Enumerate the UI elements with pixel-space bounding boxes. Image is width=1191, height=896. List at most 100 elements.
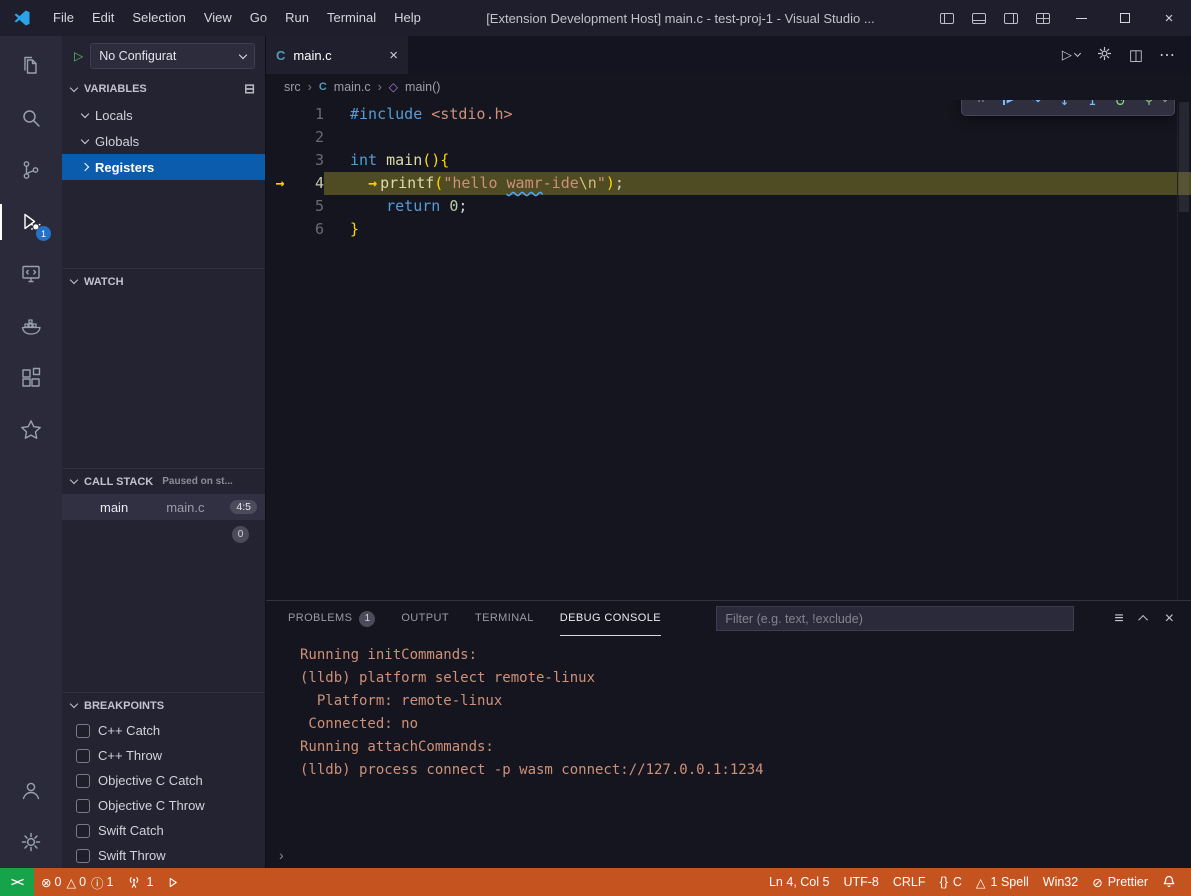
stack-frame-row[interactable]: main main.c 4:5 — [62, 494, 265, 520]
launch-configuration-dropdown[interactable]: No Configurat — [90, 43, 255, 69]
step-out-button[interactable]: ↥ — [1080, 100, 1105, 113]
continue-button[interactable]: ▶ — [996, 100, 1021, 113]
tab-main-c[interactable]: C main.c × — [266, 36, 408, 74]
eol-indicator[interactable]: CRLF — [886, 868, 933, 896]
current-frame-arrow-icon[interactable]: → — [266, 172, 294, 195]
breadcrumb-symbol[interactable]: main() — [405, 80, 440, 94]
checkbox[interactable] — [76, 724, 90, 738]
breadcrumb-file[interactable]: main.c — [334, 80, 371, 94]
search-icon[interactable] — [0, 92, 62, 144]
notifications-bell[interactable] — [1155, 868, 1183, 896]
breakpoint-gutter[interactable] — [266, 195, 294, 218]
start-debugging-icon[interactable]: ▷ — [74, 49, 83, 63]
debug-console-input[interactable]: › — [266, 842, 1191, 868]
tab-terminal[interactable]: TERMINAL — [475, 601, 534, 636]
toggle-secondary-sidebar-icon[interactable] — [995, 0, 1027, 36]
minimize-button[interactable] — [1059, 0, 1103, 36]
step-over-button[interactable]: ↷ — [1024, 100, 1049, 113]
close-tab-icon[interactable]: × — [389, 47, 398, 64]
remote-indicator[interactable]: >< — [0, 868, 34, 896]
remote-explorer-icon[interactable] — [0, 248, 62, 300]
more-actions-icon[interactable]: ⋯ — [1159, 45, 1175, 65]
debug-session-status[interactable] — [160, 868, 187, 896]
breakpoint-cpp-throw[interactable]: C++ Throw — [62, 743, 265, 768]
breakpoint-cpp-catch[interactable]: C++ Catch — [62, 718, 265, 743]
checkbox[interactable] — [76, 849, 90, 863]
docker-icon[interactable] — [0, 300, 62, 352]
customize-layout-icon[interactable] — [1027, 0, 1059, 36]
menu-edit[interactable]: Edit — [83, 0, 123, 36]
scope-label: Registers — [95, 160, 154, 175]
code-editor[interactable]: ⠿ ▶ ↷ ↧ ↥ ↺ 1 #include <stdio.h> 2 — [266, 100, 1191, 600]
console-actions-icon[interactable]: ≡ — [1114, 610, 1123, 628]
menu-help[interactable]: Help — [385, 0, 430, 36]
step-into-button[interactable]: ↧ — [1052, 100, 1077, 113]
breakpoint-gutter[interactable] — [266, 103, 294, 126]
breakpoint-swift-catch[interactable]: Swift Catch — [62, 818, 265, 843]
callstack-section-header[interactable]: CALL STACK Paused on st... — [62, 468, 265, 494]
drag-handle-icon[interactable]: ⠿ — [968, 100, 993, 113]
checkbox[interactable] — [76, 824, 90, 838]
menu-terminal[interactable]: Terminal — [318, 0, 385, 36]
disconnect-button[interactable] — [1136, 100, 1161, 113]
explorer-icon[interactable] — [0, 40, 62, 92]
menu-selection[interactable]: Selection — [123, 0, 194, 36]
menu-run[interactable]: Run — [276, 0, 318, 36]
language-mode[interactable]: {} C — [933, 868, 969, 896]
tab-output[interactable]: OUTPUT — [401, 601, 449, 636]
menu-file[interactable]: File — [44, 0, 83, 36]
spell-checker-status[interactable]: △ 1 Spell — [969, 868, 1036, 896]
maximize-button[interactable] — [1103, 0, 1147, 36]
variables-section-header[interactable]: VARIABLES ⊟ — [62, 76, 265, 102]
debug-sidebar: ▷ No Configurat VARIABLES ⊟ Locals Globa… — [62, 36, 265, 868]
checkbox[interactable] — [76, 799, 90, 813]
variables-scope-registers[interactable]: Registers — [62, 154, 265, 180]
variables-scope-locals[interactable]: Locals — [62, 102, 265, 128]
watch-section-header[interactable]: WATCH — [62, 268, 265, 294]
debug-play-icon — [167, 876, 180, 889]
encoding-indicator[interactable]: UTF-8 — [836, 868, 885, 896]
run-or-debug-button[interactable]: ▷ — [1062, 47, 1080, 63]
ports-status[interactable]: 1 — [120, 868, 160, 896]
chevron-down-icon — [70, 276, 78, 284]
breakpoint-objc-throw[interactable]: Objective C Throw — [62, 793, 265, 818]
breakpoint-swift-throw[interactable]: Swift Throw — [62, 843, 265, 868]
variables-scope-globals[interactable]: Globals — [62, 128, 265, 154]
console-filter-input[interactable] — [716, 606, 1074, 631]
restart-button[interactable]: ↺ — [1108, 100, 1133, 113]
accounts-icon[interactable] — [0, 764, 62, 816]
cursor-position[interactable]: Ln 4, Col 5 — [762, 868, 836, 896]
settings-gear-icon[interactable] — [0, 816, 62, 868]
breakpoint-gutter[interactable] — [266, 218, 294, 241]
problems-status[interactable]: ⊗0 △0 ⓘ1 — [34, 868, 120, 896]
platform-indicator[interactable]: Win32 — [1036, 868, 1085, 896]
split-editor-icon[interactable]: ◫ — [1129, 46, 1143, 64]
source-control-icon[interactable] — [0, 144, 62, 196]
menu-go[interactable]: Go — [241, 0, 276, 36]
checkbox[interactable] — [76, 774, 90, 788]
breakpoint-objc-catch[interactable]: Objective C Catch — [62, 768, 265, 793]
close-panel-icon[interactable]: × — [1165, 610, 1174, 628]
chevron-down-icon — [81, 109, 89, 117]
open-settings-gear-icon[interactable] — [1096, 45, 1113, 65]
breakpoint-gutter[interactable] — [266, 126, 294, 149]
star-icon[interactable] — [0, 404, 62, 456]
formatter-status[interactable]: ⊘ Prettier — [1085, 868, 1155, 896]
close-window-button[interactable]: × — [1147, 0, 1191, 36]
run-and-debug-icon[interactable]: 1 — [0, 196, 62, 248]
frame-function: main — [100, 500, 128, 515]
tab-debug-console[interactable]: DEBUG CONSOLE — [560, 601, 661, 636]
tab-problems[interactable]: PROBLEMS 1 — [288, 601, 375, 636]
collapse-all-icon[interactable]: ⊟ — [244, 81, 255, 97]
maximize-panel-icon[interactable] — [1138, 615, 1148, 625]
breadcrumb-folder[interactable]: src — [284, 80, 301, 94]
toggle-panel-icon[interactable] — [963, 0, 995, 36]
editor-scrollbar[interactable] — [1177, 100, 1191, 600]
breakpoints-section-header[interactable]: BREAKPOINTS — [62, 692, 265, 718]
checkbox[interactable] — [76, 749, 90, 763]
breakpoint-gutter[interactable] — [266, 149, 294, 172]
extensions-icon[interactable] — [0, 352, 62, 404]
chevron-down-icon[interactable] — [1161, 100, 1169, 102]
toggle-sidebar-icon[interactable] — [931, 0, 963, 36]
menu-view[interactable]: View — [195, 0, 241, 36]
